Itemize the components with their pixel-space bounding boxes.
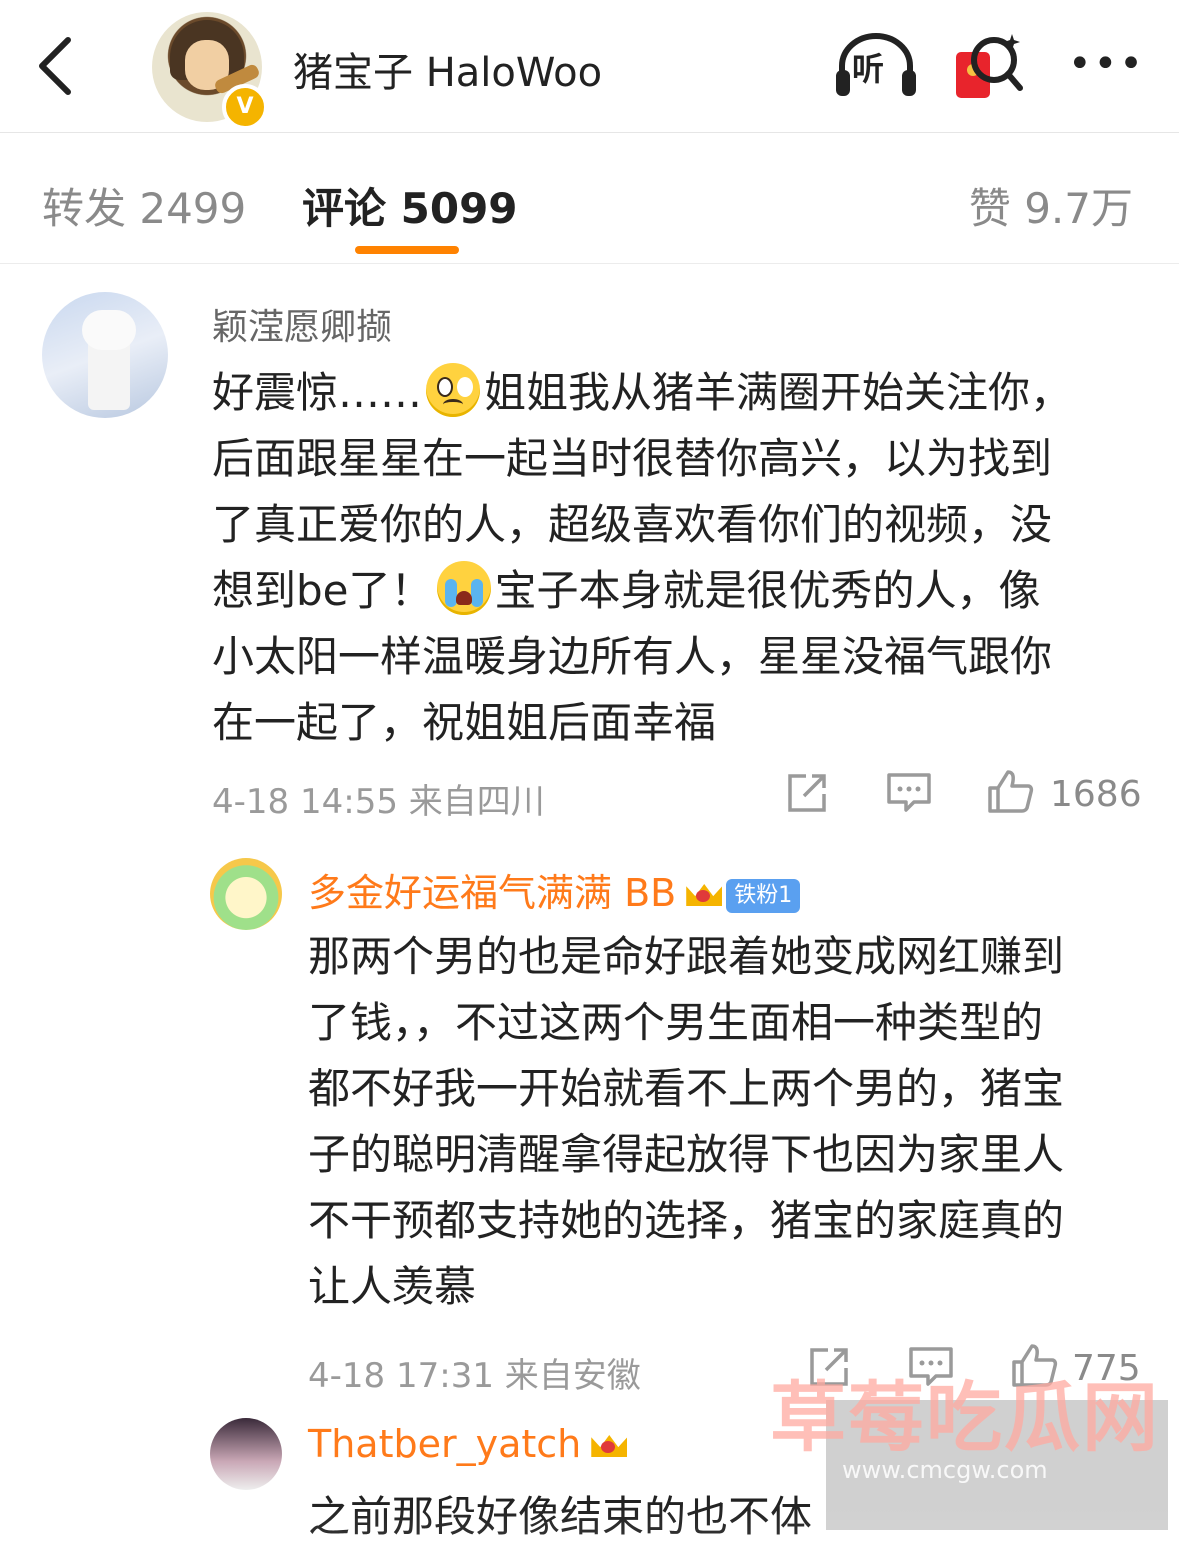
comment-meta: 4-18 14:55 来自四川	[212, 782, 545, 822]
reply-meta: 4-18 17:31 来自安徽	[308, 1356, 641, 1396]
reply-text: 那两个男的也是命好跟着她变成网红赚到 了钱，，不过这两个男生面相一种类型的 都不…	[308, 924, 1128, 1320]
crown-badge-icon	[589, 1425, 629, 1461]
tab-comment[interactable]: 评论 5099	[302, 175, 518, 236]
reply-line: 不干预都支持她的选择，猪宝的家庭真的	[308, 1196, 1065, 1245]
red-packet-search-icon[interactable]	[954, 30, 1024, 102]
more-icon[interactable]: •••	[1068, 44, 1145, 84]
like-icon[interactable]	[986, 768, 1034, 814]
top-bar: V 猪宝子 HaloWoo 听 •••	[0, 0, 1179, 133]
page-title[interactable]: 猪宝子 HaloWoo	[293, 40, 602, 98]
sad-face-emoji-icon	[426, 363, 481, 417]
comment-line: 好震惊…… 姐姐我从猪羊满圈开始关注你，	[212, 360, 1112, 426]
bottom-fade	[0, 1505, 1179, 1552]
reply-line: 让人羡慕	[308, 1262, 477, 1311]
commenter-avatar[interactable]	[42, 292, 168, 418]
reply-avatar[interactable]	[210, 858, 282, 930]
reply-line: 了钱，，不过这两个男生面相一种类型的	[308, 998, 1044, 1047]
tab-repost[interactable]: 转发 2499	[42, 175, 246, 236]
share-icon[interactable]	[786, 772, 828, 814]
reply-icon[interactable]	[886, 772, 932, 814]
watermark-text: 草莓吃瓜网	[770, 1373, 1160, 1462]
comment-line: 在一起了，祝姐姐后面幸福	[212, 698, 717, 747]
comment-line: 了真正爱你的人，超级喜欢看你们的视频，没	[212, 500, 1053, 549]
back-icon[interactable]	[28, 30, 88, 100]
listen-label: 听	[852, 50, 885, 88]
comment-line: 小太阳一样温暖身边所有人，星星没福气跟你	[212, 632, 1053, 681]
comment-text: 好震惊…… 姐姐我从猪羊满圈开始关注你， 后面跟星星在一起当时很替你高兴，以为找到…	[212, 360, 1112, 756]
reply-username[interactable]: Thatber_yatch	[308, 1422, 629, 1466]
tab-bar: 转发 2499 评论 5099 赞 9.7万	[0, 133, 1179, 264]
comment-line: 后面跟星星在一起当时很替你高兴，以为找到	[212, 434, 1053, 483]
fan-badge: 铁粉1	[726, 879, 801, 913]
watermark-url: www.cmcgw.com	[842, 1456, 1048, 1484]
reply-avatar[interactable]	[210, 1418, 282, 1490]
reply-line: 都不好我一开始就看不上两个男的，猪宝	[308, 1064, 1065, 1113]
active-tab-indicator	[355, 246, 459, 254]
reply-line: 子的聪明清醒拿得起放得下也因为家里人	[308, 1130, 1065, 1179]
tab-like[interactable]: 赞 9.7万	[969, 175, 1133, 236]
verified-badge-icon: V	[222, 84, 268, 130]
reply-username[interactable]: 多金好运福气满满 BB 铁粉1	[308, 862, 801, 917]
headphones-icon[interactable]: 听	[834, 30, 918, 100]
comment-line: 想到be了！ 宝子本身就是很优秀的人，像	[212, 558, 1112, 624]
crown-badge-icon	[684, 874, 724, 910]
like-count: 1686	[1050, 774, 1142, 815]
commenter-username[interactable]: 颖滢愿卿撷	[212, 298, 392, 350]
crying-face-emoji-icon	[436, 561, 491, 615]
reply-line: 那两个男的也是命好跟着她变成网红赚到	[308, 932, 1065, 981]
